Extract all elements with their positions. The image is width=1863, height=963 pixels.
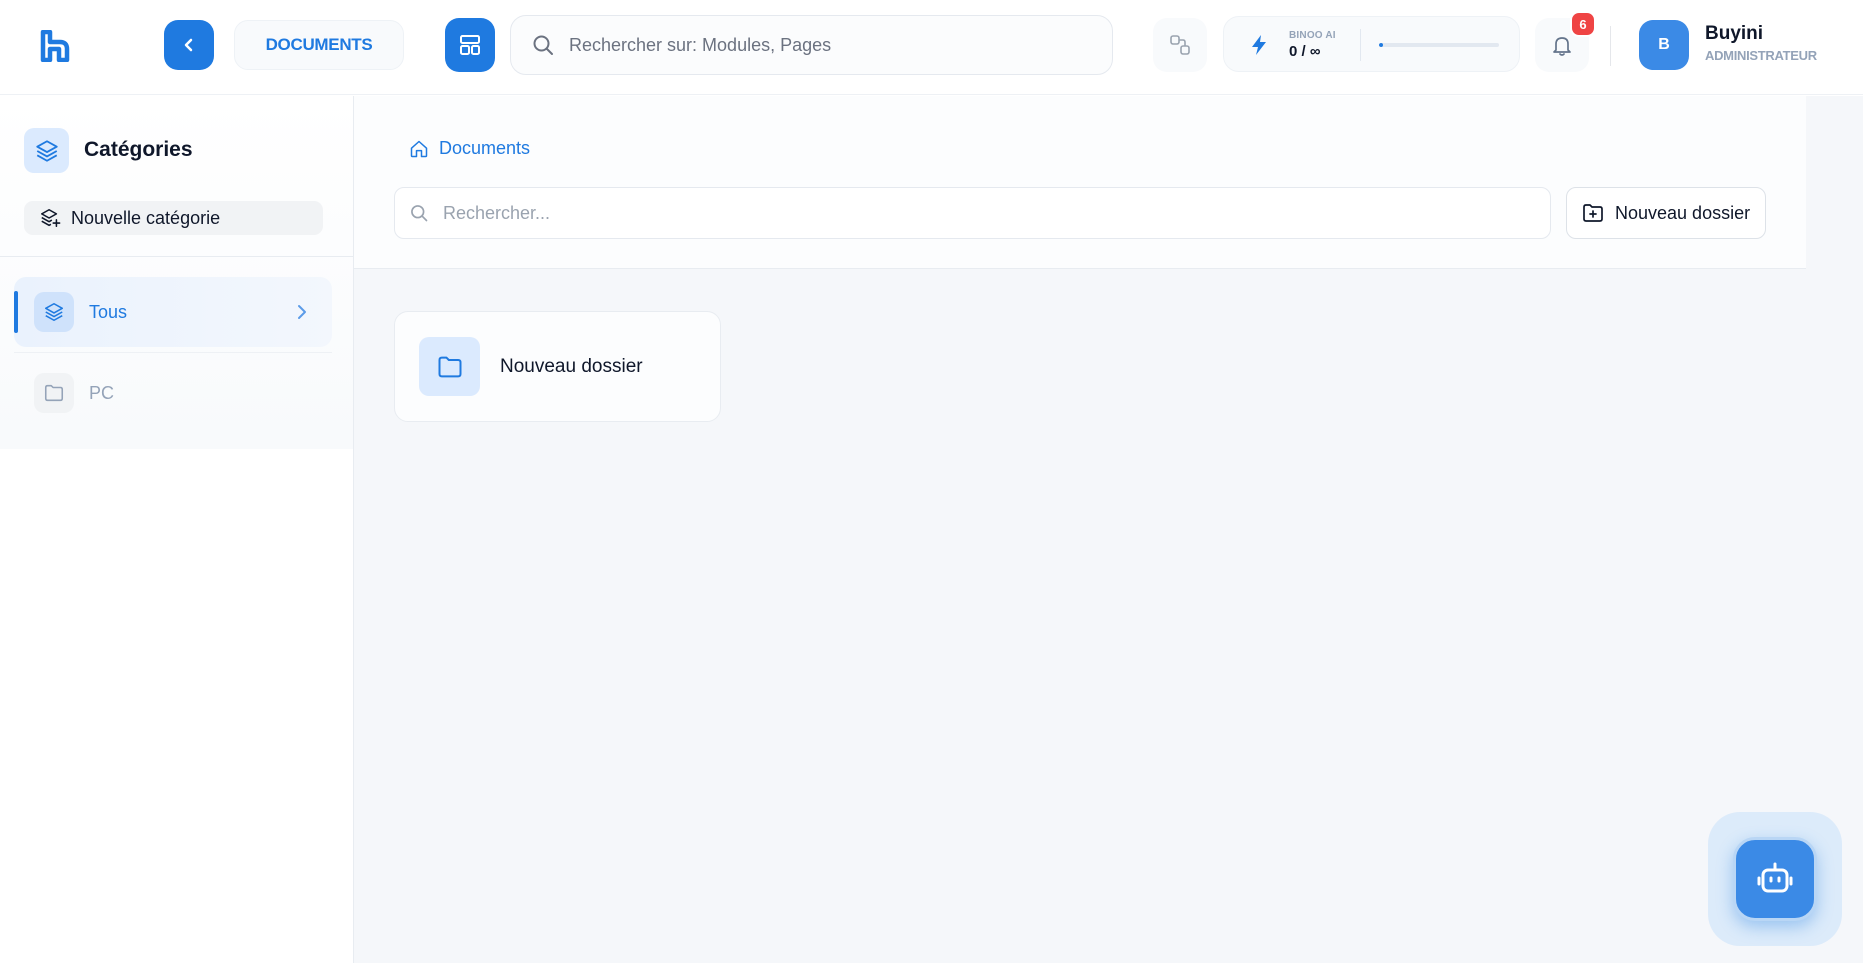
breadcrumb-documents: Documents <box>439 138 531 158</box>
breadcrumb[interactable]: Documents <box>409 138 530 159</box>
user-role: ADMINISTRATEUR <box>1705 48 1817 63</box>
sidebar-divider <box>0 256 353 257</box>
search-icon <box>411 205 428 222</box>
ai-usage-widget[interactable]: BINOO AI 0 / ∞ <box>1223 16 1520 72</box>
back-button[interactable] <box>164 20 214 70</box>
new-folder-label: Nouveau dossier <box>1615 202 1751 223</box>
category-label: PC <box>89 382 115 403</box>
folder-plus-icon <box>1583 204 1603 222</box>
toolbar-panel: Documents Nouveau dossier <box>354 96 1806 269</box>
category-item-tous[interactable]: Tous <box>14 277 332 347</box>
switch-icon <box>1170 35 1190 55</box>
ai-divider <box>1360 29 1361 61</box>
new-category-button[interactable]: Nouvelle catégorie <box>24 201 323 235</box>
layout-dashboard-icon <box>460 35 480 55</box>
folder-icon <box>44 384 64 402</box>
category-label: Tous <box>89 301 128 322</box>
home-icon <box>410 140 428 157</box>
chevron-left-icon <box>184 38 193 52</box>
ai-label: BINOO AI <box>1289 30 1336 41</box>
lightning-bolt-icon <box>1252 35 1266 55</box>
app-switch-button[interactable] <box>1153 18 1207 72</box>
categories-header-icon <box>24 128 69 173</box>
global-search-bar[interactable] <box>510 15 1113 75</box>
category-icon <box>34 373 74 413</box>
category-item-pc[interactable]: PC <box>14 358 332 428</box>
global-search-input[interactable] <box>569 34 1089 56</box>
search-icon <box>533 35 553 55</box>
ai-usage-bar-fill <box>1379 43 1383 47</box>
folder-icon <box>438 356 461 377</box>
user-avatar[interactable]: B <box>1639 20 1689 70</box>
current-module-label: DOCUMENTS <box>265 35 373 54</box>
layout-toggle-button[interactable] <box>445 18 495 72</box>
folder-name: Nouveau dossier <box>500 355 643 377</box>
main-content: Documents Nouveau dossier Nouveau dossie… <box>354 96 1863 963</box>
layers-plus-icon <box>40 208 61 228</box>
categories-title: Catégories <box>84 138 193 161</box>
categories-sidebar: Catégories Nouvelle catégorie Tous PC <box>0 96 354 963</box>
document-search-bar[interactable] <box>394 187 1551 239</box>
new-folder-button[interactable]: Nouveau dossier <box>1566 187 1766 239</box>
assistant-bot-button[interactable] <box>1733 837 1817 921</box>
new-category-label: Nouvelle catégorie <box>71 207 221 228</box>
layers-icon <box>35 139 58 162</box>
app-logo-icon[interactable] <box>40 30 70 62</box>
robot-icon <box>1757 862 1793 893</box>
folder-icon-tile <box>419 337 480 396</box>
chevron-right-icon <box>298 305 306 319</box>
category-separator <box>14 352 332 353</box>
user-name[interactable]: Buyini <box>1705 23 1763 45</box>
ai-usage-value: 0 / ∞ <box>1289 43 1321 60</box>
active-indicator <box>14 291 18 333</box>
bell-icon <box>1553 37 1571 56</box>
header-divider <box>1610 26 1611 66</box>
ai-usage-bar <box>1379 43 1499 47</box>
document-search-input[interactable] <box>443 202 1523 224</box>
category-icon <box>34 292 74 332</box>
user-initial: B <box>1658 36 1670 53</box>
folder-card[interactable]: Nouveau dossier <box>394 311 721 422</box>
current-module-pill[interactable]: DOCUMENTS <box>234 20 404 70</box>
layers-icon <box>44 302 64 322</box>
top-header: DOCUMENTS BINOO AI 0 / ∞ <box>0 0 1863 95</box>
notifications-count-badge: 6 <box>1570 11 1596 37</box>
